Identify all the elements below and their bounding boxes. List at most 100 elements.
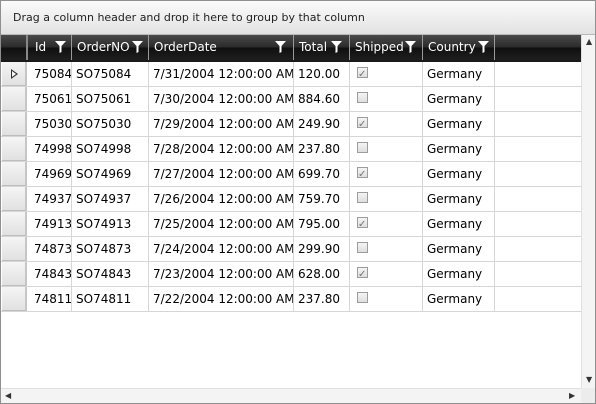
table-row[interactable]: 74913SO749137/25/2004 12:00:00 AM795.00 G… — [1, 212, 581, 237]
cell-order-no[interactable]: SO75061 — [72, 87, 149, 111]
cell-country[interactable]: Germany — [423, 187, 495, 211]
cell-country[interactable]: Germany — [423, 237, 495, 261]
table-row[interactable]: 74843SO748437/23/2004 12:00:00 AM628.00 G… — [1, 262, 581, 287]
cell-country[interactable]: Germany — [423, 262, 495, 286]
cell-country[interactable]: Germany — [423, 87, 495, 111]
row-indicator[interactable] — [2, 137, 27, 161]
shipped-checkbox[interactable] — [357, 163, 368, 186]
scroll-up-arrow-icon[interactable]: ▲ — [586, 38, 592, 46]
cell-id[interactable]: 75084 — [30, 62, 72, 86]
cell-shipped[interactable] — [350, 137, 423, 161]
table-row[interactable]: 74998 SO74998 7/28/2004 12:00:00 AM 237.80 G… — [1, 137, 581, 162]
cell-order-no[interactable]: SO74843 — [72, 262, 149, 286]
cell-order-date[interactable]: 7/27/2004 12:00:00 AM — [149, 162, 294, 186]
shipped-checkbox[interactable] — [357, 142, 368, 153]
cell-order-no[interactable]: SO75084 — [72, 62, 149, 86]
row-indicator[interactable] — [2, 62, 27, 86]
cell-shipped[interactable] — [350, 187, 423, 211]
cell-country[interactable]: Germany — [423, 112, 495, 136]
row-indicator[interactable] — [2, 287, 27, 311]
cell-order-no[interactable]: SO74873 — [72, 237, 149, 261]
cell-order-date[interactable]: 7/23/2004 12:00:00 AM — [149, 262, 294, 286]
column-header-total[interactable]: Total — [294, 35, 350, 60]
cell-total[interactable]: 699.70 — [294, 162, 350, 186]
table-row[interactable]: 74811 SO74811 7/22/2004 12:00:00 AM 237.80 G… — [1, 287, 581, 312]
group-by-panel[interactable]: Drag a column header and drop it here to… — [1, 1, 595, 35]
row-indicator[interactable] — [2, 212, 27, 236]
column-header-order-no[interactable]: OrderNO — [72, 35, 149, 60]
table-row[interactable]: 75084SO750847/31/2004 12:00:00 AM120.00 G… — [1, 62, 581, 87]
shipped-checkbox[interactable] — [357, 63, 368, 86]
cell-order-no[interactable]: SO74998 — [72, 137, 149, 161]
cell-order-no[interactable]: SO74811 — [72, 287, 149, 311]
cell-total[interactable]: 237.80 — [294, 287, 350, 311]
shipped-checkbox[interactable] — [357, 242, 368, 253]
cell-shipped[interactable] — [350, 62, 423, 86]
cell-order-date[interactable]: 7/31/2004 12:00:00 AM — [149, 62, 294, 86]
cell-id[interactable]: 74937 — [30, 187, 72, 211]
column-header-id[interactable]: Id — [30, 35, 72, 60]
cell-country[interactable]: Germany — [423, 137, 495, 161]
cell-order-no[interactable]: SO75030 — [72, 112, 149, 136]
cell-order-no[interactable]: SO74937 — [72, 187, 149, 211]
filter-icon[interactable] — [405, 41, 416, 53]
cell-total[interactable]: 299.90 — [294, 237, 350, 261]
shipped-checkbox[interactable] — [357, 192, 368, 203]
horizontal-scrollbar[interactable]: ◀ ▶ — [1, 388, 581, 403]
table-row[interactable]: 74873 SO74873 7/24/2004 12:00:00 AM 299.90 G… — [1, 237, 581, 262]
table-row[interactable]: 74969SO749697/27/2004 12:00:00 AM699.70 G… — [1, 162, 581, 187]
cell-country[interactable]: Germany — [423, 212, 495, 236]
cell-shipped[interactable] — [350, 162, 423, 186]
shipped-checkbox[interactable] — [357, 92, 368, 103]
cell-id[interactable]: 75061 — [30, 87, 72, 111]
row-indicator[interactable] — [2, 112, 27, 136]
cell-order-date[interactable]: 7/25/2004 12:00:00 AM — [149, 212, 294, 236]
cell-shipped[interactable] — [350, 87, 423, 111]
filter-icon[interactable] — [132, 41, 143, 53]
shipped-checkbox[interactable] — [357, 113, 368, 136]
cell-order-no[interactable]: SO74969 — [72, 162, 149, 186]
cell-order-date[interactable]: 7/26/2004 12:00:00 AM — [149, 187, 294, 211]
shipped-checkbox[interactable] — [357, 292, 368, 303]
vertical-scrollbar[interactable]: ▲ ▼ — [581, 35, 595, 388]
row-indicator[interactable] — [2, 187, 27, 211]
cell-order-date[interactable]: 7/29/2004 12:00:00 AM — [149, 112, 294, 136]
cell-order-date[interactable]: 7/30/2004 12:00:00 AM — [149, 87, 294, 111]
row-indicator[interactable] — [2, 237, 27, 261]
table-row[interactable]: 74937 SO74937 7/26/2004 12:00:00 AM 759.70 G… — [1, 187, 581, 212]
cell-shipped[interactable] — [350, 237, 423, 261]
cell-id[interactable]: 74913 — [30, 212, 72, 236]
filter-icon[interactable] — [331, 41, 342, 53]
cell-shipped[interactable] — [350, 287, 423, 311]
cell-id[interactable]: 74998 — [30, 137, 72, 161]
cell-shipped[interactable] — [350, 262, 423, 286]
table-row[interactable]: 75030SO750307/29/2004 12:00:00 AM249.90 G… — [1, 112, 581, 137]
table-row[interactable]: 75061 SO75061 7/30/2004 12:00:00 AM 884.60 G… — [1, 87, 581, 112]
cell-country[interactable]: Germany — [423, 62, 495, 86]
cell-order-no[interactable]: SO74913 — [72, 212, 149, 236]
row-indicator[interactable] — [2, 87, 27, 111]
cell-shipped[interactable] — [350, 212, 423, 236]
cell-total[interactable]: 120.00 — [294, 62, 350, 86]
scroll-down-arrow-icon[interactable]: ▼ — [586, 376, 592, 384]
scroll-left-arrow-icon[interactable]: ◀ — [5, 392, 11, 400]
cell-order-date[interactable]: 7/24/2004 12:00:00 AM — [149, 237, 294, 261]
column-header-order-date[interactable]: OrderDate — [149, 35, 294, 60]
cell-total[interactable]: 795.00 — [294, 212, 350, 236]
shipped-checkbox[interactable] — [357, 213, 368, 236]
cell-total[interactable]: 249.90 — [294, 112, 350, 136]
filter-icon[interactable] — [478, 41, 489, 53]
shipped-checkbox[interactable] — [357, 263, 368, 286]
cell-shipped[interactable] — [350, 112, 423, 136]
cell-id[interactable]: 74873 — [30, 237, 72, 261]
cell-country[interactable]: Germany — [423, 287, 495, 311]
filter-icon[interactable] — [55, 41, 66, 53]
cell-total[interactable]: 628.00 — [294, 262, 350, 286]
cell-order-date[interactable]: 7/28/2004 12:00:00 AM — [149, 137, 294, 161]
cell-order-date[interactable]: 7/22/2004 12:00:00 AM — [149, 287, 294, 311]
row-indicator[interactable] — [2, 262, 27, 286]
cell-id[interactable]: 74811 — [30, 287, 72, 311]
column-header-shipped[interactable]: Shipped — [350, 35, 423, 60]
cell-country[interactable]: Germany — [423, 162, 495, 186]
scroll-right-arrow-icon[interactable]: ▶ — [569, 392, 575, 400]
